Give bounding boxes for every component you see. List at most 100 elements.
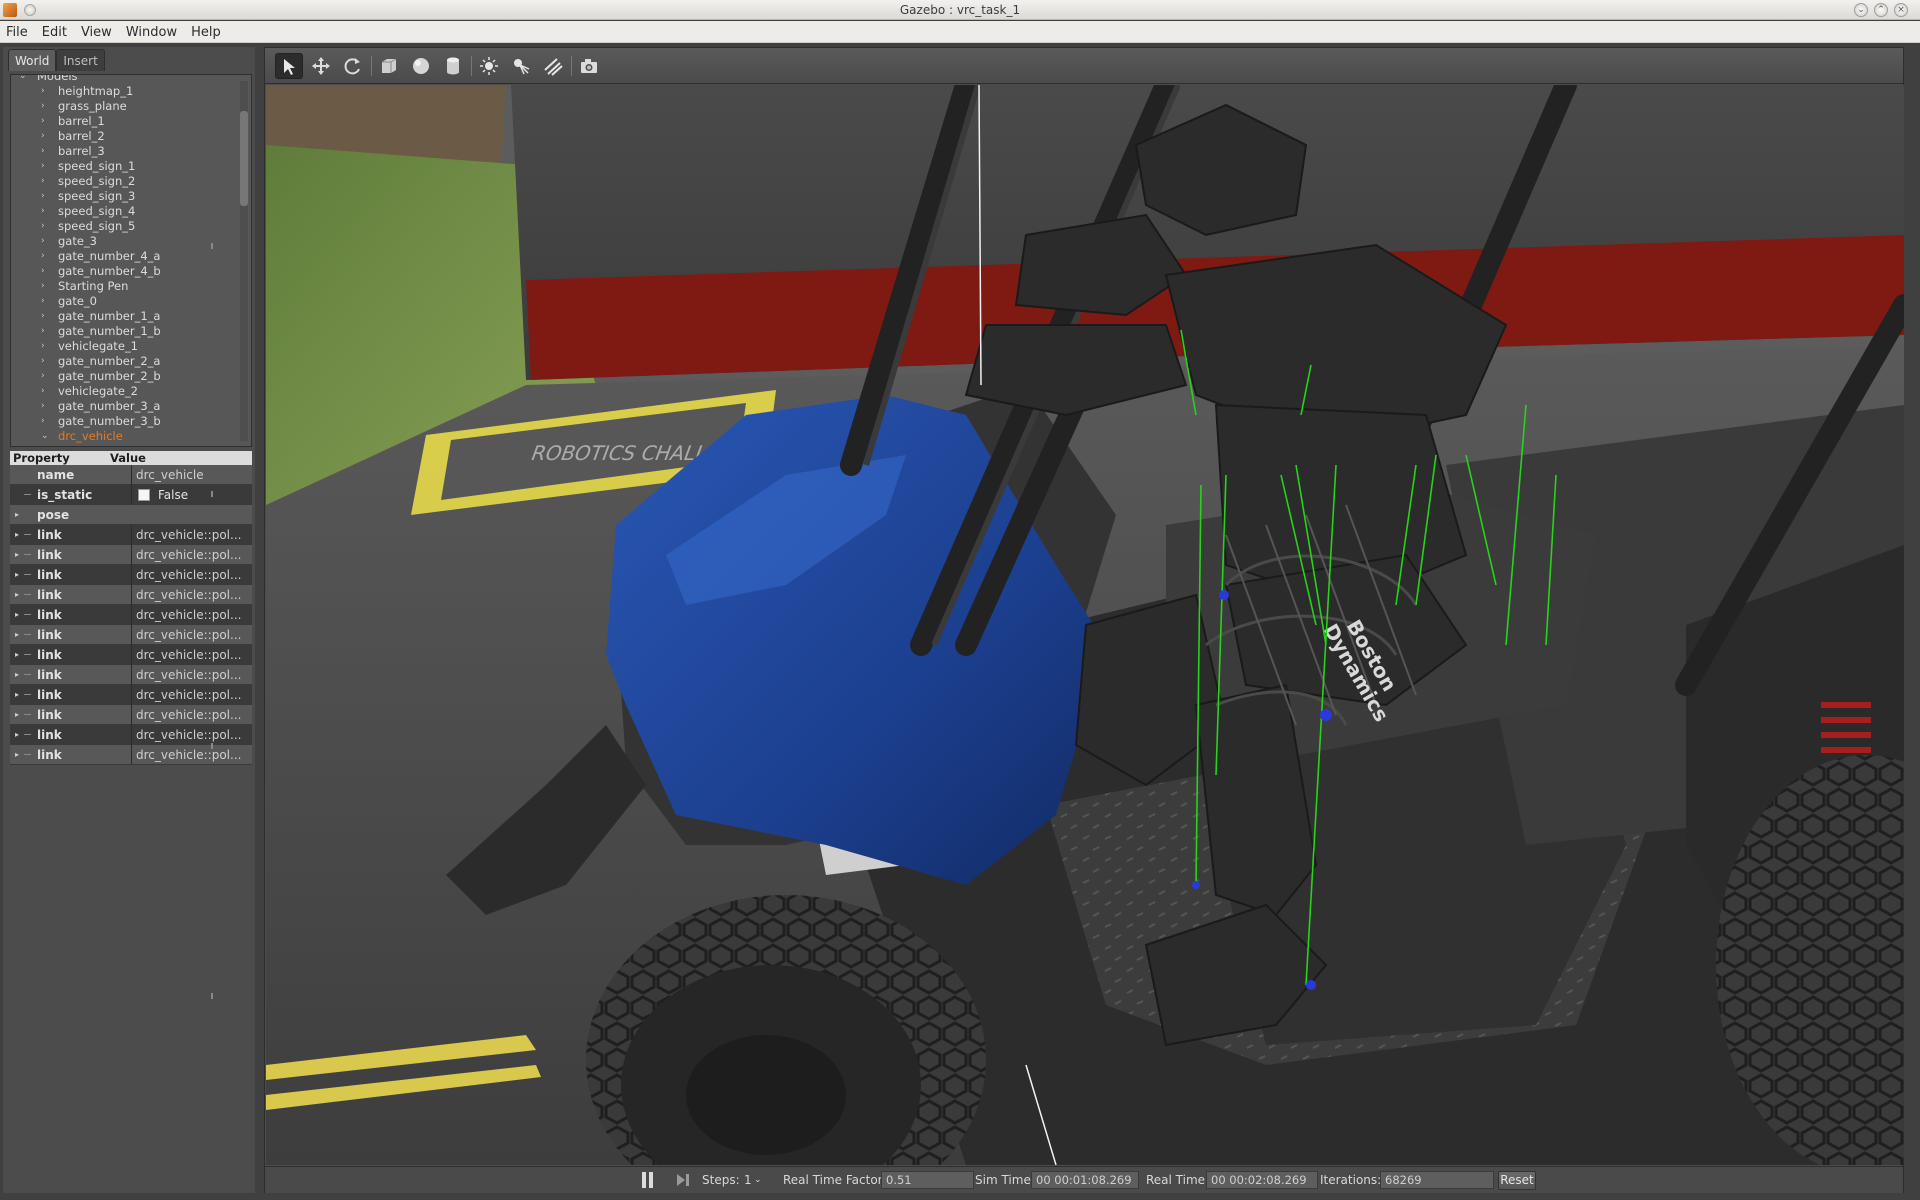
expand-arrow-icon[interactable]: ▸ bbox=[15, 745, 19, 765]
expand-arrow-icon[interactable]: › bbox=[41, 174, 45, 189]
insert-spot-light-button[interactable] bbox=[507, 53, 535, 79]
expand-arrow-icon[interactable]: ▸ bbox=[15, 665, 19, 685]
step-forward-icon[interactable] bbox=[675, 1172, 691, 1188]
property-row-link[interactable]: ▸ link drc_vehicle::pol... bbox=[10, 585, 252, 605]
splitter-handle[interactable] bbox=[211, 993, 213, 999]
property-row-link[interactable]: ▸ link drc_vehicle::pol... bbox=[10, 605, 252, 625]
tree-item[interactable]: › speed_sign_4 bbox=[11, 204, 241, 219]
minimize-icon[interactable]: ⌄ bbox=[1854, 3, 1868, 17]
screenshot-button[interactable] bbox=[575, 53, 603, 79]
tree-item[interactable]: › gate_number_1_a bbox=[11, 309, 241, 324]
expand-arrow-icon[interactable]: › bbox=[41, 279, 45, 294]
property-row-link[interactable]: ▸ link drc_vehicle::pol... bbox=[10, 725, 252, 745]
property-row-link[interactable]: ▸ link drc_vehicle::pol... bbox=[10, 685, 252, 705]
select-mode-button[interactable] bbox=[275, 53, 303, 79]
tree-item[interactable]: › speed_sign_5 bbox=[11, 219, 241, 234]
property-row-name[interactable]: name drc_vehicle bbox=[10, 465, 252, 485]
splitter-handle[interactable] bbox=[211, 491, 213, 497]
expand-arrow-icon[interactable]: ▸ bbox=[15, 565, 19, 585]
tree-scrollbar[interactable] bbox=[240, 81, 248, 441]
steps-dropdown-icon[interactable]: ⌄ bbox=[754, 1175, 762, 1185]
tree-item[interactable]: › barrel_3 bbox=[11, 144, 241, 159]
expand-arrow-icon[interactable]: ▸ bbox=[15, 725, 19, 745]
tree-item[interactable]: › gate_number_1_b bbox=[11, 324, 241, 339]
menu-help[interactable]: Help bbox=[184, 22, 228, 44]
expand-arrow-icon[interactable]: › bbox=[41, 234, 45, 249]
property-row-link[interactable]: ▸ link drc_vehicle::pol... bbox=[10, 525, 252, 545]
tab-insert[interactable]: Insert bbox=[56, 49, 105, 71]
tree-item[interactable]: › barrel_1 bbox=[11, 114, 241, 129]
tree-item[interactable]: › vehiclegate_2 bbox=[11, 384, 241, 399]
expand-arrow-icon[interactable]: › bbox=[41, 204, 45, 219]
expand-arrow-icon[interactable]: › bbox=[41, 99, 45, 114]
tree-item[interactable]: › Starting Pen bbox=[11, 279, 241, 294]
expand-arrow-icon[interactable]: ▸ bbox=[15, 525, 19, 545]
expand-arrow-icon[interactable]: › bbox=[41, 219, 45, 234]
property-row-link[interactable]: ▸ link drc_vehicle::pol... bbox=[10, 565, 252, 585]
expand-arrow-icon[interactable]: › bbox=[41, 309, 45, 324]
expand-arrow-icon[interactable]: ▸ bbox=[15, 505, 19, 525]
menu-window[interactable]: Window bbox=[119, 22, 184, 44]
insert-cylinder-button[interactable] bbox=[439, 53, 467, 79]
expand-arrow-icon[interactable]: ⌄ bbox=[41, 429, 49, 444]
expand-arrow-icon[interactable]: › bbox=[41, 369, 45, 384]
tree-item[interactable]: › gate_number_2_b bbox=[11, 369, 241, 384]
expand-arrow-icon[interactable]: › bbox=[41, 384, 45, 399]
expand-arrow-icon[interactable]: › bbox=[41, 159, 45, 174]
expand-arrow-icon[interactable]: ▸ bbox=[15, 645, 19, 665]
expand-arrow-icon[interactable]: ▸ bbox=[15, 545, 19, 565]
tab-world[interactable]: World bbox=[8, 49, 57, 71]
property-name-value[interactable]: drc_vehicle bbox=[136, 465, 248, 485]
tree-item[interactable]: › gate_number_3_b bbox=[11, 414, 241, 429]
property-row-link[interactable]: ▸ link drc_vehicle::pol... bbox=[10, 665, 252, 685]
collapse-arrow-icon[interactable]: ⌄ bbox=[19, 75, 27, 84]
tree-item[interactable]: › barrel_2 bbox=[11, 129, 241, 144]
property-row-link[interactable]: ▸ link drc_vehicle::pol... bbox=[10, 645, 252, 665]
window-menu-icon[interactable] bbox=[24, 4, 36, 16]
expand-arrow-icon[interactable]: ▸ bbox=[15, 625, 19, 645]
tree-item[interactable]: › gate_number_4_a bbox=[11, 249, 241, 264]
splitter-handle[interactable] bbox=[211, 743, 213, 749]
property-row-pose[interactable]: ▸ pose bbox=[10, 505, 252, 525]
menu-edit[interactable]: Edit bbox=[35, 22, 74, 44]
steps-value[interactable]: 1 bbox=[744, 1173, 752, 1187]
tree-item[interactable]: › heightmap_1 bbox=[11, 84, 241, 99]
tree-item[interactable]: › gate_number_3_a bbox=[11, 399, 241, 414]
expand-arrow-icon[interactable]: › bbox=[41, 354, 45, 369]
tree-item[interactable]: › gate_3 bbox=[11, 234, 241, 249]
expand-arrow-icon[interactable]: › bbox=[41, 84, 45, 99]
tree-item[interactable]: › speed_sign_3 bbox=[11, 189, 241, 204]
reset-button[interactable]: Reset bbox=[1498, 1171, 1536, 1190]
rotate-mode-button[interactable] bbox=[339, 53, 367, 79]
tree-item[interactable]: › vehiclegate_1 bbox=[11, 339, 241, 354]
insert-point-light-button[interactable] bbox=[475, 53, 503, 79]
tree-item[interactable]: ⌄ drc_vehicle bbox=[11, 429, 241, 444]
expand-arrow-icon[interactable]: › bbox=[41, 144, 45, 159]
expand-arrow-icon[interactable]: › bbox=[41, 324, 45, 339]
pause-icon-bar[interactable] bbox=[649, 1172, 653, 1188]
expand-arrow-icon[interactable]: › bbox=[41, 129, 45, 144]
tree-root-models[interactable]: ⌄ Models bbox=[11, 75, 241, 84]
tree-item[interactable]: › speed_sign_2 bbox=[11, 174, 241, 189]
tree-item[interactable]: › gate_0 bbox=[11, 294, 241, 309]
tree-scrollbar-thumb[interactable] bbox=[240, 111, 248, 206]
tree-item[interactable]: › grass_plane bbox=[11, 99, 241, 114]
expand-arrow-icon[interactable]: › bbox=[41, 189, 45, 204]
3d-viewport[interactable]: ROBOTICS CHALLENGE Boston Dynamics bbox=[266, 85, 1904, 1165]
model-tree[interactable]: ⌄ Models › heightmap_1 › grass_plane › barrel… bbox=[10, 74, 252, 447]
insert-sphere-button[interactable] bbox=[407, 53, 435, 79]
menu-view[interactable]: View bbox=[74, 22, 119, 44]
expand-arrow-icon[interactable]: › bbox=[41, 249, 45, 264]
property-row-link[interactable]: ▸ link drc_vehicle::pol... bbox=[10, 625, 252, 645]
is-static-checkbox[interactable] bbox=[138, 489, 150, 501]
property-row-link[interactable]: ▸ link drc_vehicle::pol... bbox=[10, 705, 252, 725]
close-icon[interactable]: × bbox=[1894, 3, 1908, 17]
splitter-handle[interactable] bbox=[211, 243, 213, 249]
expand-arrow-icon[interactable]: › bbox=[41, 414, 45, 429]
menu-file[interactable]: File bbox=[0, 22, 35, 44]
pause-icon[interactable] bbox=[642, 1172, 646, 1188]
expand-arrow-icon[interactable]: ▸ bbox=[15, 585, 19, 605]
expand-arrow-icon[interactable]: › bbox=[41, 294, 45, 309]
property-row-is-static[interactable]: is_static False bbox=[10, 485, 252, 505]
gazebo-app-icon[interactable] bbox=[3, 3, 17, 17]
